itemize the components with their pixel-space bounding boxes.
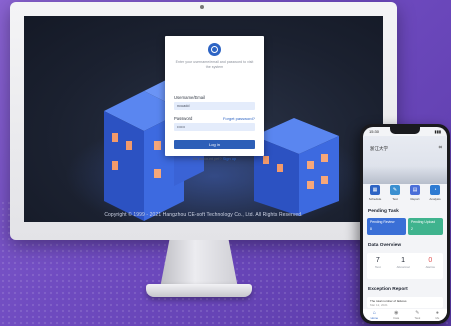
quick-action-label: Report bbox=[410, 197, 420, 201]
tab-home[interactable]: ⌂ Home bbox=[370, 310, 379, 320]
schedule-icon: ▦ bbox=[370, 185, 380, 195]
signup-link[interactable]: Sign up bbox=[223, 156, 237, 161]
quick-action-label: Schedule bbox=[368, 197, 382, 201]
tab-label: Task bbox=[414, 315, 421, 320]
overview-alarms-value: 0 bbox=[428, 257, 433, 264]
phone-screen: 15:30 ▮▮▮ 浙江大学 ⌗ ▦ Schedule ✎ Test ▤ Report ◔ A… bbox=[363, 127, 447, 321]
login-button[interactable]: Log in bbox=[174, 140, 255, 149]
overview-test-label: Test bbox=[375, 265, 381, 269]
quick-action-schedule[interactable]: ▦ Schedule bbox=[366, 183, 384, 207]
overview-abnormal-label: Abnormal bbox=[396, 265, 410, 269]
tab-label: Data bbox=[393, 315, 400, 320]
test-icon: ✎ bbox=[390, 185, 400, 195]
overview-abnormal-value: 1 bbox=[401, 257, 406, 264]
report-icon: ▤ bbox=[410, 185, 420, 195]
tab-data[interactable]: ◉ Data bbox=[393, 310, 400, 320]
quick-action-test[interactable]: ✎ Test bbox=[386, 183, 404, 207]
pending-upload-count: 2 bbox=[411, 227, 413, 231]
copyright-text: Copyright © 1999 - 2021 Hangzhou CE-soft… bbox=[104, 212, 303, 218]
tab-label: Me bbox=[435, 315, 440, 320]
username-input[interactable]: ncuadd bbox=[174, 102, 255, 110]
exception-report-title: Exception Report bbox=[368, 287, 408, 292]
overview-alarms-label: Alarms bbox=[425, 265, 435, 269]
desktop-screen: Copyright © 1999 - 2021 Hangzhou CE-soft… bbox=[24, 16, 383, 222]
username-label: Username/Email bbox=[174, 95, 205, 100]
data-overview-title: Data Overview bbox=[368, 243, 402, 248]
webcam-dot bbox=[200, 5, 204, 9]
overview-abnormal[interactable]: 1 Abnormal bbox=[397, 253, 410, 279]
quick-actions: ▦ Schedule ✎ Test ▤ Report ◔ Analysis bbox=[363, 183, 447, 207]
tab-task[interactable]: ✎ Task bbox=[414, 310, 421, 320]
exception-date: Mar 12, 2021 bbox=[370, 302, 388, 307]
tab-me[interactable]: ● Me bbox=[435, 310, 440, 320]
quick-action-label: Test bbox=[392, 197, 398, 201]
pending-upload-card[interactable]: Pending Upload 2 bbox=[408, 218, 443, 235]
quick-action-report[interactable]: ▤ Report bbox=[406, 183, 424, 207]
monitor-stand-neck bbox=[160, 240, 238, 288]
tab-label: Home bbox=[370, 315, 379, 320]
banner-skyline-image bbox=[363, 166, 447, 184]
company-logo-icon bbox=[208, 43, 221, 56]
building-right-illustration bbox=[254, 118, 339, 216]
smartphone: 15:30 ▮▮▮ 浙江大学 ⌗ ▦ Schedule ✎ Test ▤ Report ◔ A… bbox=[360, 124, 450, 324]
overview-test[interactable]: 7 Test bbox=[375, 253, 381, 279]
pending-review-card[interactable]: Pending Review 8 bbox=[367, 218, 406, 235]
forgot-password-link[interactable]: Forget password? bbox=[223, 116, 255, 121]
pending-task-title: Pending Task bbox=[368, 209, 399, 214]
login-card: Enter your username/email and password t… bbox=[165, 36, 264, 161]
quick-action-analysis[interactable]: ◔ Analysis bbox=[426, 183, 444, 207]
status-time: 15:30 bbox=[369, 129, 380, 134]
login-intro-text: Enter your username/email and password t… bbox=[175, 60, 254, 69]
password-input[interactable]: •••••• bbox=[174, 123, 255, 131]
pending-review-count: 8 bbox=[370, 227, 372, 231]
signal-icon: ▮▮▮ bbox=[434, 129, 441, 134]
overview-alarms[interactable]: 0 Alarms bbox=[426, 253, 435, 279]
overview-test-value: 7 bbox=[375, 257, 380, 264]
bottom-tab-bar: ⌂ Home ◉ Data ✎ Task ● Me bbox=[363, 309, 447, 321]
password-label: Password bbox=[174, 116, 193, 121]
analysis-icon: ◔ bbox=[430, 185, 440, 195]
quick-action-label: Analysis bbox=[429, 197, 441, 201]
no-account-text: No account yet? bbox=[192, 156, 222, 161]
monitor-stand-base bbox=[146, 284, 252, 297]
data-overview-panel: 7 Test 1 Abnormal 0 Alarms bbox=[367, 253, 443, 279]
app-banner: 浙江大学 ⌗ bbox=[363, 136, 447, 184]
signup-row: No account yet? Sign up bbox=[165, 156, 264, 161]
phone-status-bar: 15:30 ▮▮▮ bbox=[369, 129, 441, 134]
monitor: Copyright © 1999 - 2021 Hangzhou CE-soft… bbox=[10, 2, 397, 240]
scan-icon[interactable]: ⌗ bbox=[439, 145, 442, 152]
pending-review-label: Pending Review bbox=[370, 220, 395, 224]
banner-title: 浙江大学 bbox=[370, 146, 388, 151]
pending-upload-label: Pending Upload bbox=[411, 220, 436, 224]
exception-item[interactable]: The total number of failures Mar 12, 202… bbox=[367, 297, 443, 308]
